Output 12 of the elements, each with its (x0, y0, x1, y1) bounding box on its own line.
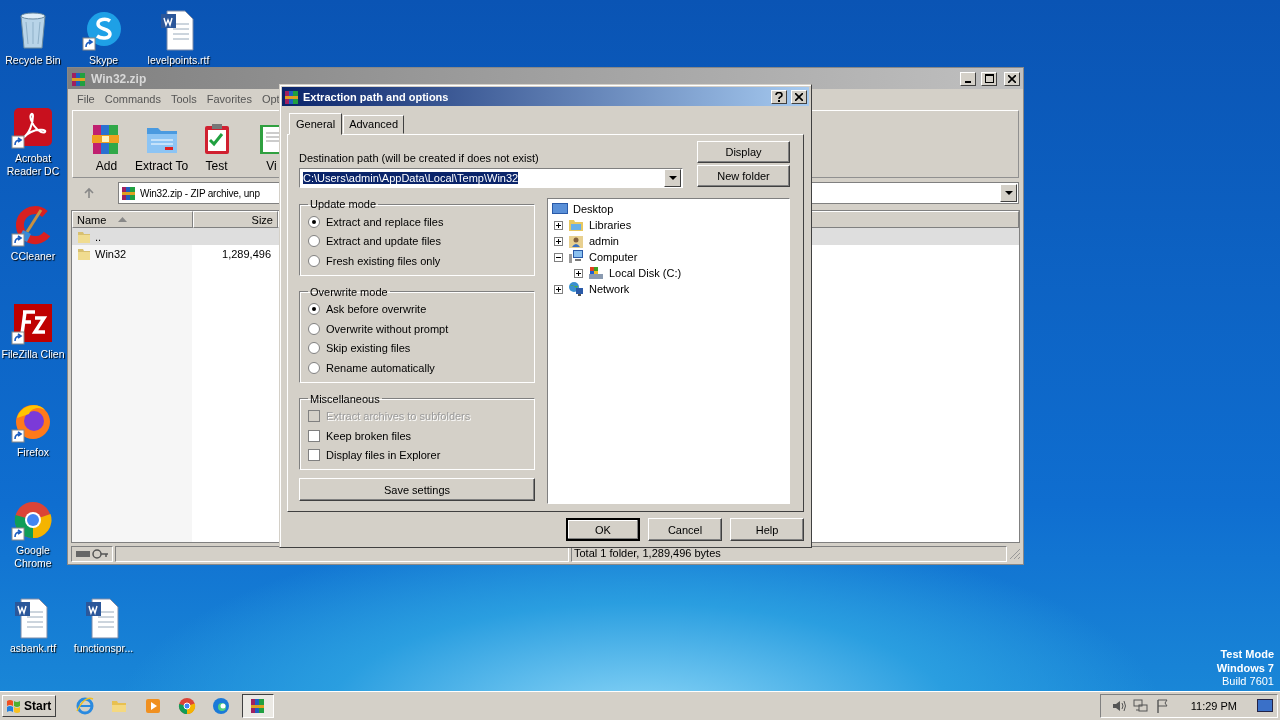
system-notice: Windows 7 (1216, 661, 1274, 675)
file-size: 1,289,496 (222, 247, 271, 260)
file-name: .. (95, 230, 102, 243)
group-title: Update mode (309, 198, 378, 210)
system-notice: Test Mode (1220, 648, 1274, 662)
system-notice: Build 7601 (1222, 675, 1274, 689)
group-title: Miscellaneous (309, 392, 381, 405)
field-label: Destination path (will be created if does not exist) (299, 152, 540, 164)
file-name: Win32 (95, 247, 127, 260)
dialog-title: Extraction path and options (303, 90, 449, 103)
group-title: Overwrite mode (309, 285, 389, 298)
window-title: Win32.zip (91, 71, 147, 86)
